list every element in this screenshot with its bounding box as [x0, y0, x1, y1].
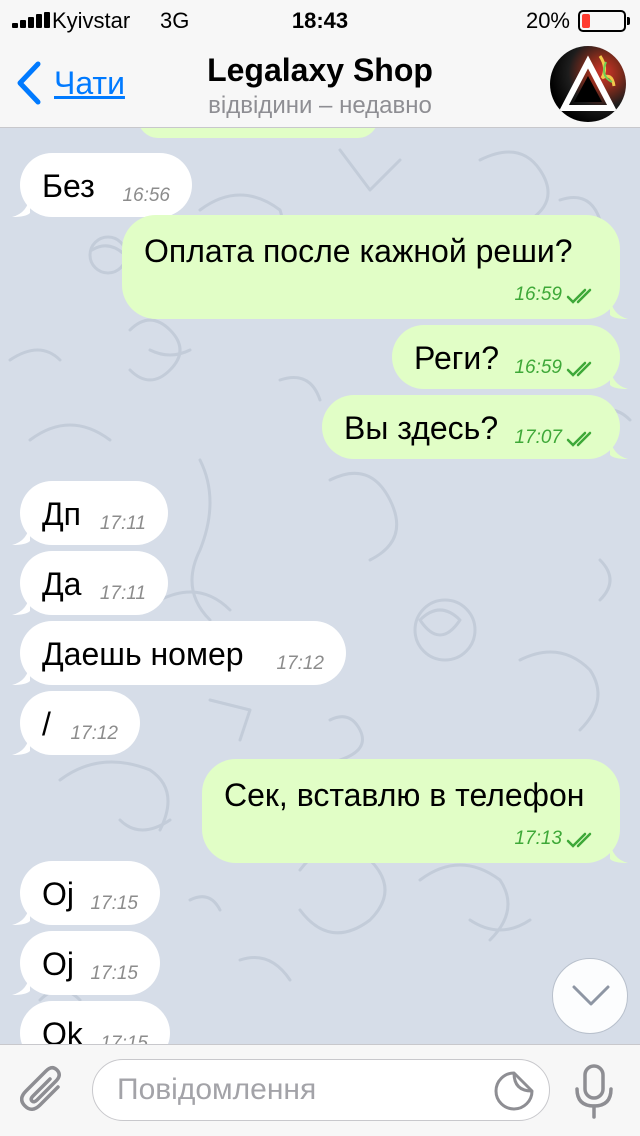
incoming-message[interactable]: Да 17:11: [12, 551, 168, 615]
message-time: 17:12: [70, 723, 118, 744]
battery-percent: 20%: [525, 8, 570, 33]
message-list[interactable]: Без 16:56 Оплата после кажной реши? 16:59 Ре…: [0, 128, 640, 1044]
message-time: 17:15: [100, 1033, 148, 1044]
message-text: Oj: [42, 946, 74, 982]
avatar[interactable]: [550, 46, 626, 122]
incoming-message[interactable]: Без 16:56: [12, 153, 192, 217]
message-text: Oj: [42, 876, 74, 912]
message-text: Дп: [42, 496, 81, 532]
bubble-tail: [12, 195, 30, 217]
message-time: 17:15: [90, 963, 138, 984]
message-text: Сек, вставлю в телефон: [224, 777, 585, 813]
message-time: 17:15: [90, 893, 138, 914]
message-text: /: [42, 706, 51, 742]
bubble-tail: [610, 841, 628, 863]
double-check-icon: [566, 361, 592, 377]
bubble-tail: [12, 593, 30, 615]
message-input[interactable]: [117, 1070, 477, 1110]
message-time: 17:11: [99, 583, 146, 604]
incoming-message[interactable]: / 17:12: [12, 691, 140, 755]
bubble-tail: [12, 903, 30, 925]
outgoing-message[interactable]: Оплата после кажной реши? 16:59: [122, 215, 628, 319]
bubble-tail: [610, 297, 628, 319]
message-time: 16:59: [514, 357, 562, 378]
chevron-down-icon: [572, 985, 610, 1006]
message-text: Ok: [42, 1016, 83, 1044]
bubble-tail: [12, 973, 30, 995]
incoming-message[interactable]: Oj 17:15: [12, 861, 160, 925]
bubble-tail: [12, 523, 30, 545]
bubble-tail: [12, 733, 30, 755]
message-text: Да: [42, 566, 82, 602]
double-check-icon: [566, 288, 592, 304]
double-check-icon: [566, 832, 592, 848]
bubble-tail: [610, 367, 628, 389]
message-text: Вы здесь?: [344, 410, 499, 446]
bubble-tail: [610, 437, 628, 459]
message-text: Реги?: [414, 340, 500, 376]
message-time: 16:56: [122, 185, 170, 206]
outgoing-message[interactable]: Вы здесь? 17:07: [322, 395, 628, 459]
status-bar: Kyivstar 3G 18:43 20%: [0, 0, 640, 40]
message-time: 17:07: [514, 427, 562, 448]
sticker-icon[interactable]: [493, 1070, 535, 1112]
microphone-icon[interactable]: [572, 1063, 616, 1121]
chat-title[interactable]: Legalaxy Shop: [0, 52, 640, 89]
message-time: 17:11: [99, 513, 146, 534]
triangle-logo-icon: [559, 55, 617, 111]
message-time: 17:12: [276, 653, 324, 674]
message-time: 16:59: [514, 284, 562, 305]
outgoing-message[interactable]: Сек, вставлю в телефон 17:13: [202, 759, 628, 863]
incoming-message[interactable]: Ok 17:15: [20, 1001, 170, 1044]
incoming-message[interactable]: Дп 17:11: [12, 481, 168, 545]
message-text: Оплата после кажной реши?: [144, 233, 573, 269]
message-composer: [0, 1044, 640, 1136]
scroll-to-bottom-button[interactable]: [552, 958, 628, 1034]
paperclip-icon[interactable]: [20, 1065, 68, 1117]
battery-icon: [578, 10, 630, 32]
battery-level: [582, 14, 590, 28]
incoming-message[interactable]: Даешь номер 17:12: [12, 621, 346, 685]
message-input-container: [92, 1059, 550, 1121]
incoming-message[interactable]: Oj 17:15: [12, 931, 160, 995]
chat-header: Чати Legalaxy Shop відвідини – недавно: [0, 40, 640, 128]
chat-status: відвідини – недавно: [208, 92, 432, 119]
bubble-tail: [12, 663, 30, 685]
outgoing-message[interactable]: Реги? 16:59: [392, 325, 628, 389]
message-text: Даешь номер: [42, 636, 244, 672]
message-text: Без: [42, 168, 95, 204]
double-check-icon: [566, 431, 592, 447]
message-time: 17:13: [514, 828, 562, 849]
outgoing-message[interactable]: [138, 128, 378, 138]
